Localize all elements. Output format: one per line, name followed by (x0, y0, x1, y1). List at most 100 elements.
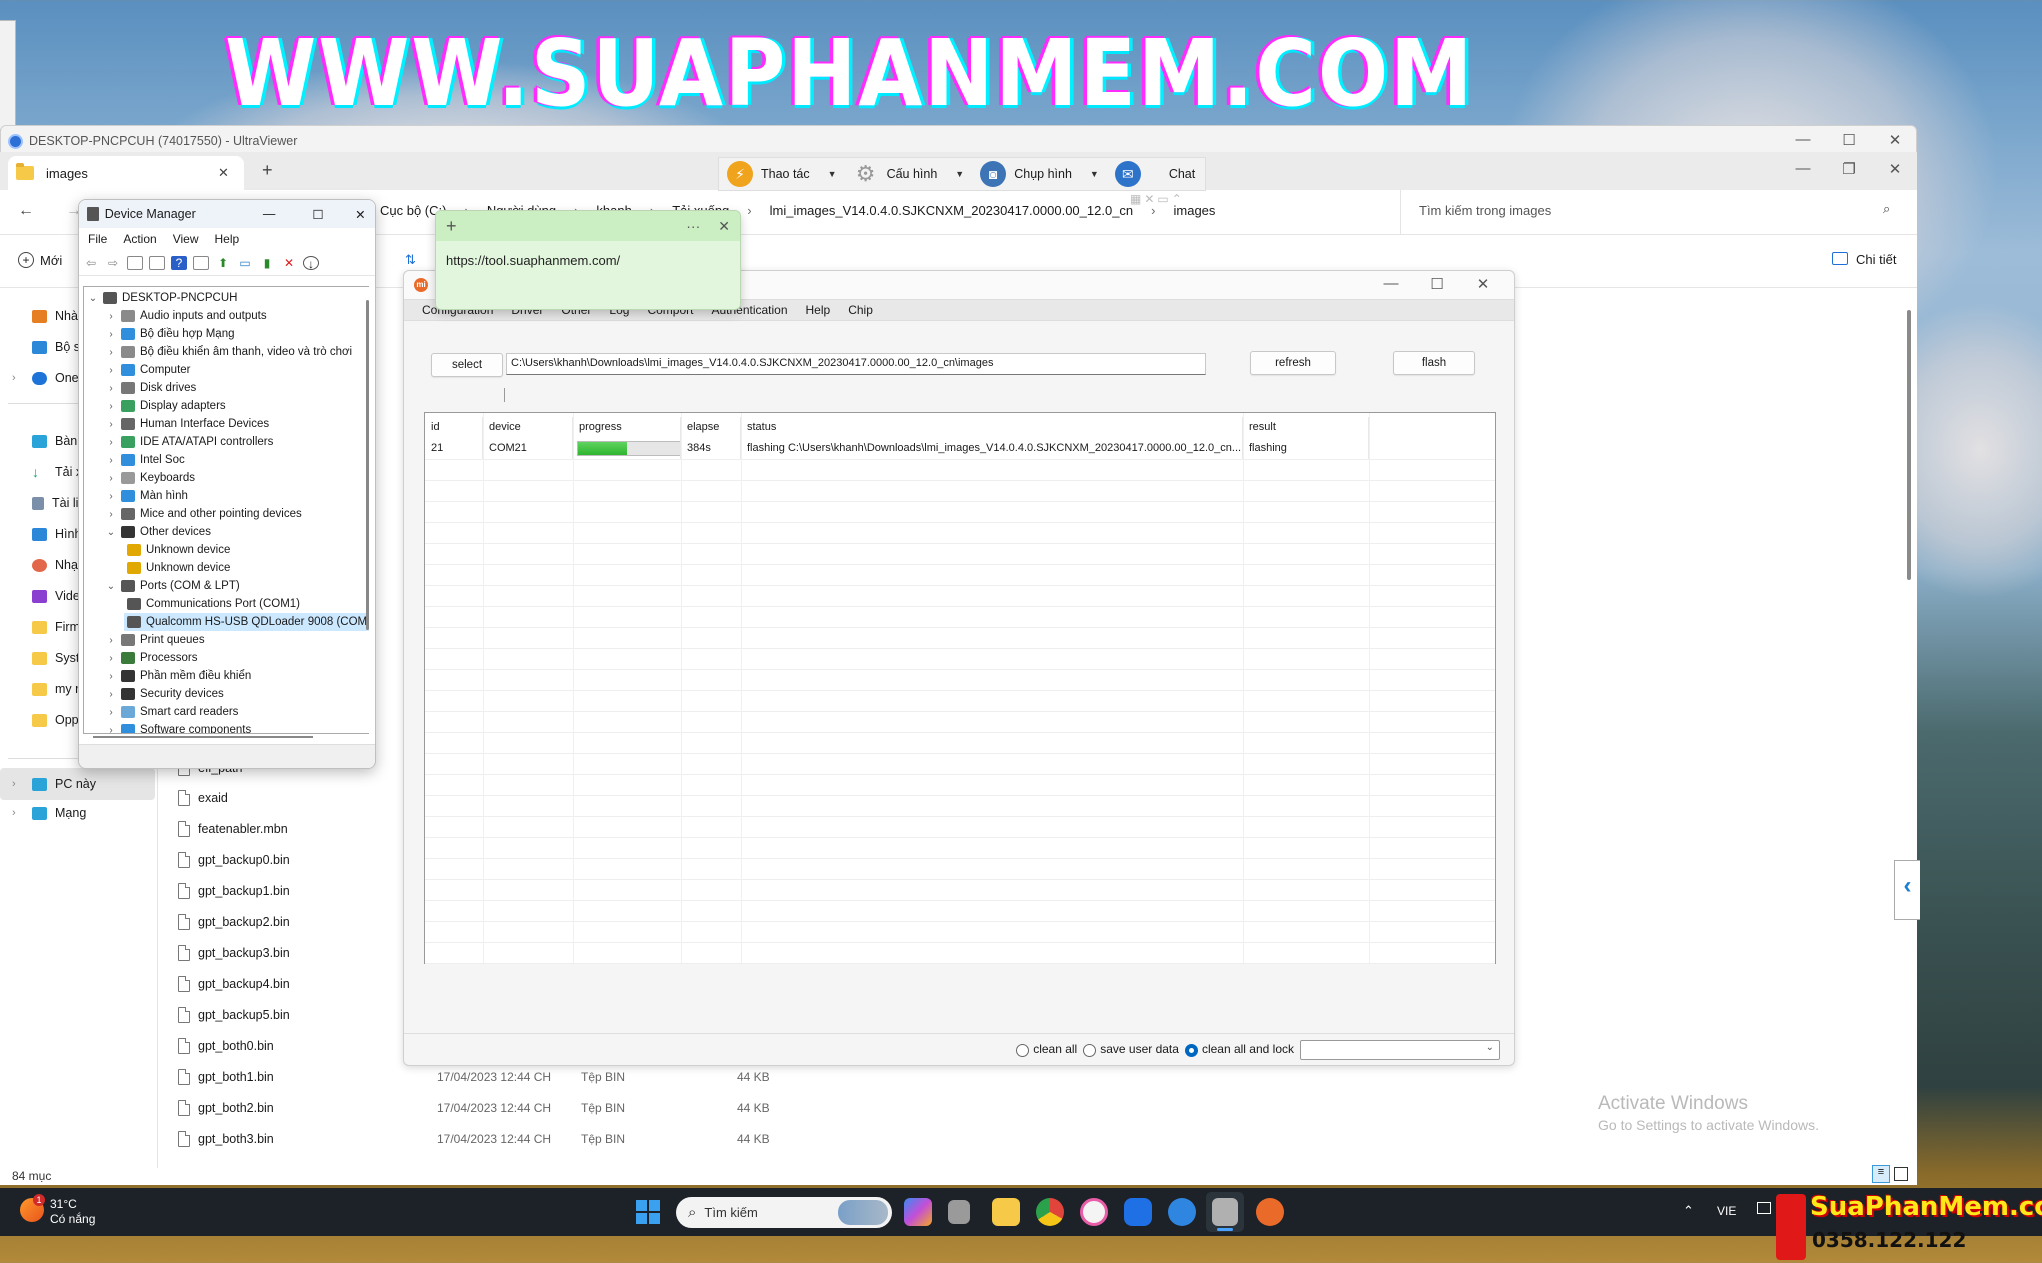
chevron-right-icon[interactable]: › (104, 437, 118, 448)
column-header-id[interactable]: id (425, 417, 483, 438)
more-options-button[interactable]: ··· (686, 218, 700, 235)
tree-category[interactable]: ⌄ Other devices (104, 523, 211, 541)
column-header-status[interactable]: status (741, 417, 1243, 438)
minimize-button[interactable]: — (1368, 275, 1414, 293)
chevron-right-icon[interactable]: › (104, 383, 118, 394)
option-save-user-data[interactable]: save user data (1083, 1042, 1179, 1057)
radio-button-selected[interactable] (1184, 1043, 1198, 1057)
search-box[interactable]: Tìm kiếm trong images ⌕ (1400, 190, 1917, 235)
close-button[interactable]: ✕ (346, 207, 375, 222)
weather-widget[interactable]: 31°C Có nắng (50, 1197, 95, 1227)
chevron-right-icon[interactable]: › (104, 509, 118, 520)
details-view-button[interactable]: ≡ (1872, 1165, 1890, 1183)
close-button[interactable]: ✕ (1460, 275, 1506, 293)
radio-button[interactable] (1083, 1043, 1097, 1057)
minimize-button[interactable]: — (1780, 160, 1826, 178)
tree-category[interactable]: › Bộ điều khiển âm thanh, video và trò ch… (104, 343, 352, 361)
network-icon[interactable] (1757, 1202, 1771, 1214)
help-icon[interactable]: ? (171, 255, 187, 270)
column-header-result[interactable]: result (1243, 417, 1369, 438)
screenshot-menu-button[interactable]: ◙ Chụp hình ▼ (972, 158, 1107, 190)
tree-category[interactable]: › Smart card readers (104, 703, 238, 721)
chevron-right-icon[interactable]: › (104, 329, 118, 340)
menu-help[interactable]: Help (215, 232, 240, 246)
select-button[interactable]: select (431, 353, 503, 377)
tree-scrollbar[interactable] (366, 300, 369, 630)
menu-view[interactable]: View (173, 232, 199, 246)
action-pane-icon[interactable] (193, 255, 209, 270)
maximize-button[interactable]: ☐ (297, 207, 340, 222)
file-row[interactable]: gpt_backup1.bin (178, 877, 290, 905)
sticky-note[interactable]: + ··· ✕ https://tool.suaphanmem.com/ (435, 210, 741, 310)
flash-tool-icon[interactable] (1212, 1198, 1238, 1226)
chevron-right-icon[interactable]: › (104, 653, 118, 664)
option-clean-all-and-lock[interactable]: clean all and lock (1184, 1042, 1294, 1057)
tree-category[interactable]: › IDE ATA/ATAPI controllers (104, 433, 273, 451)
tree-category[interactable]: ⌄ Ports (COM & LPT) (104, 577, 240, 595)
search-input[interactable]: Tìm kiếm trong images (1419, 203, 1551, 218)
chevron-right-icon[interactable]: › (104, 671, 118, 682)
tree-child-item[interactable]: Unknown device (124, 559, 230, 577)
column-header-progress[interactable]: progress (573, 417, 681, 438)
chevron-right-icon[interactable]: › (104, 365, 118, 376)
menu-help[interactable]: Help (806, 303, 831, 317)
sticky-note-text[interactable]: https://tool.suaphanmem.com/ (436, 241, 740, 280)
copilot-icon[interactable] (904, 1198, 932, 1226)
close-button[interactable]: ✕ (1872, 160, 1918, 178)
file-row[interactable]: gpt_backup3.bin (178, 939, 290, 967)
column-header-elapse[interactable]: elapse (681, 417, 741, 438)
language-indicator[interactable]: VIE (1717, 1204, 1736, 1218)
menu-action[interactable]: Action (123, 232, 156, 246)
tree-category[interactable]: › Processors (104, 649, 198, 667)
close-tab-icon[interactable]: ✕ (218, 165, 229, 181)
tree-root[interactable]: ⌄ DESKTOP-PNCPCUH (86, 289, 237, 307)
chevron-right-icon[interactable]: › (104, 707, 118, 718)
taskbar-search[interactable]: ⌕ Tìm kiếm (676, 1197, 892, 1228)
file-row[interactable]: gpt_backup4.bin (178, 970, 290, 998)
scan-hardware-icon[interactable]: ▭ (237, 256, 253, 270)
task-view-icon[interactable] (948, 1200, 970, 1224)
chevron-right-icon[interactable]: › (104, 725, 118, 734)
radio-button[interactable] (1016, 1043, 1030, 1057)
chrome-icon[interactable] (1036, 1198, 1064, 1226)
chevron-right-icon[interactable]: › (104, 635, 118, 646)
details-button[interactable]: Chi tiết (1832, 252, 1896, 267)
tree-category[interactable]: › Bộ điều hợp Mạng (104, 325, 235, 343)
nav-item-this-pc[interactable]: › PC này (0, 768, 155, 800)
option-combobox[interactable]: ⌄ (1300, 1039, 1500, 1060)
chevron-down-icon[interactable]: ⌄ (104, 581, 118, 592)
toolbar-mini-controls[interactable]: ▦✕▭⌃ (1130, 192, 1185, 206)
chevron-right-icon[interactable]: › (104, 455, 118, 466)
tree-child-item[interactable]: Communications Port (COM1) (124, 595, 300, 613)
maximize-button[interactable]: ☐ (1826, 131, 1872, 149)
option-clean-all[interactable]: clean all (1016, 1042, 1077, 1057)
file-row[interactable]: gpt_both2.bin (178, 1094, 274, 1122)
zalo-icon[interactable] (1124, 1198, 1152, 1226)
back-button[interactable]: ← (18, 202, 34, 220)
nav-item-network[interactable]: › Mạng (0, 800, 155, 826)
itunes-icon[interactable] (1080, 1198, 1108, 1226)
tree-category[interactable]: › Security devices (104, 685, 224, 703)
scrollbar[interactable] (1907, 310, 1911, 580)
chevron-right-icon[interactable]: › (104, 401, 118, 412)
file-row[interactable]: featenabler.mbn (178, 815, 288, 843)
images-path-input[interactable]: C:\Users\khanh\Downloads\lmi_images_V14.… (506, 353, 1206, 375)
tree-category[interactable]: › Keyboards (104, 469, 195, 487)
chevron-right-icon[interactable]: › (12, 807, 32, 819)
refresh-button[interactable]: refresh (1250, 351, 1336, 375)
maximize-button[interactable]: ☐ (1414, 275, 1460, 293)
new-note-button[interactable]: + (446, 216, 457, 237)
tree-category[interactable]: › Print queues (104, 631, 205, 649)
chevron-down-icon[interactable]: ⌄ (104, 527, 118, 538)
file-row[interactable]: gpt_backup2.bin (178, 908, 290, 936)
file-row[interactable]: gpt_both3.bin (178, 1125, 274, 1153)
tree-category[interactable]: › Computer (104, 361, 191, 379)
tree-category[interactable]: › Phần mềm điều khiển (104, 667, 251, 685)
chevron-right-icon[interactable]: › (104, 491, 118, 502)
file-row[interactable]: exaid (178, 784, 228, 812)
properties-icon[interactable] (149, 255, 165, 270)
file-row[interactable]: gpt_backup0.bin (178, 846, 290, 874)
mi-icon[interactable] (1256, 1198, 1284, 1226)
chevron-right-icon[interactable]: › (104, 473, 118, 484)
show-hidden-icons-button[interactable]: ⌃ (1683, 1203, 1694, 1219)
